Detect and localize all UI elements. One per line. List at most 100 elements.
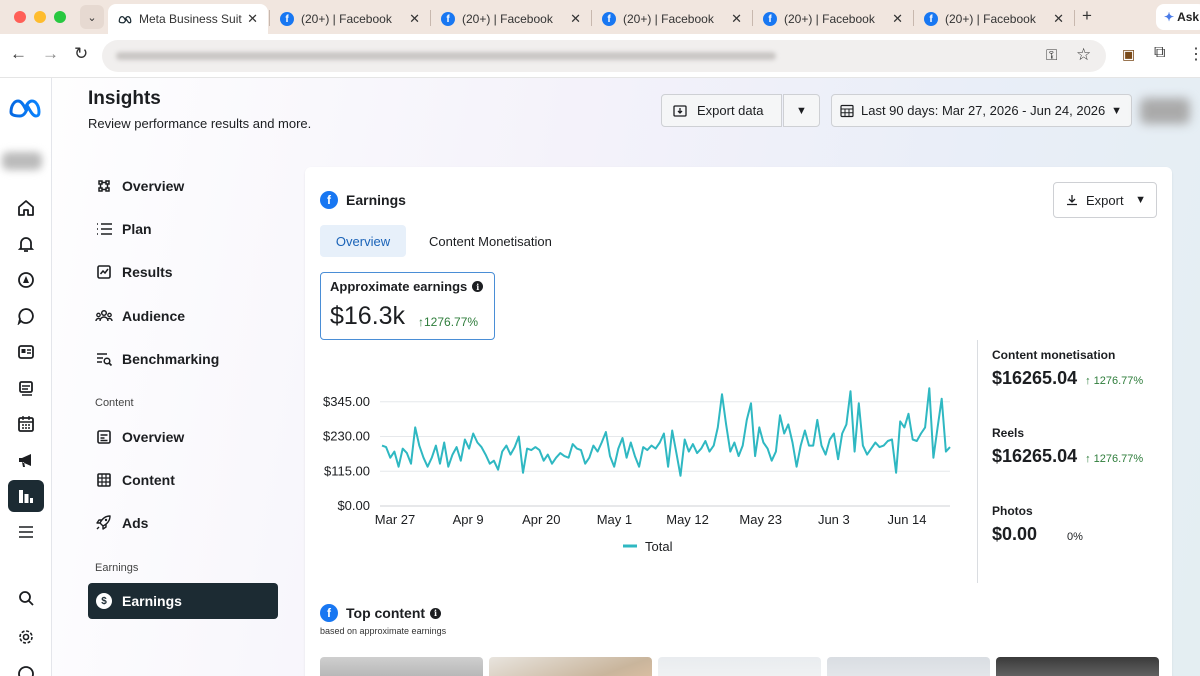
reload-icon[interactable]: ↻	[74, 44, 88, 64]
nav-label: Content	[122, 472, 175, 488]
date-range-picker[interactable]: Last 90 days: Mar 27, 2026 - Jun 24, 202…	[831, 94, 1132, 127]
account-avatar[interactable]	[2, 152, 42, 170]
x-tick-label: May 23	[739, 512, 782, 527]
nav-item-content-overview[interactable]: Overview	[88, 420, 184, 454]
home-icon[interactable]	[8, 192, 44, 224]
calendar-icon[interactable]	[8, 408, 44, 440]
top-content-thumbnail[interactable]	[996, 657, 1159, 676]
nav-item-earnings[interactable]: $ Earnings	[88, 583, 278, 619]
facebook-icon: f	[320, 604, 338, 622]
info-icon[interactable]: i	[430, 607, 442, 619]
extension-icon[interactable]: ▣	[1122, 46, 1135, 63]
key-icon[interactable]: ⚿	[1046, 47, 1057, 64]
page-title: Insights	[88, 88, 161, 109]
date-range-label: Last 90 days: Mar 27, 2026 - Jun 24, 202…	[861, 103, 1106, 118]
meta-tab-icon	[118, 12, 132, 26]
browser-tab-facebook[interactable]: f (20+) | Facebook ✕	[753, 4, 913, 34]
gear-icon[interactable]	[8, 621, 44, 653]
tab-overview[interactable]: Overview	[320, 225, 406, 257]
divider	[977, 340, 978, 583]
forward-arrow-icon[interactable]: →	[42, 44, 59, 64]
y-tick-label: $115.00	[324, 463, 370, 478]
x-tick-label: Jun 3	[818, 512, 850, 527]
approximate-earnings-metric[interactable]: Approximate earnings i $16.3k ↑1276.77%	[320, 272, 495, 340]
export-options-dropdown[interactable]: ▼	[783, 94, 820, 127]
caret-down-icon: ▼	[796, 104, 807, 117]
close-icon[interactable]: ✕	[892, 11, 903, 27]
help-icon[interactable]	[8, 658, 44, 676]
chat-icon[interactable]	[8, 300, 44, 332]
top-content-thumbnail[interactable]	[320, 657, 483, 676]
caret-down-icon: ▼	[1135, 194, 1146, 206]
account-switcher[interactable]	[1140, 98, 1190, 124]
insights-chart-icon[interactable]	[8, 480, 44, 512]
breakdown-label: Photos	[992, 504, 1033, 518]
nav-item-content[interactable]: Content	[88, 463, 175, 497]
tab-title: Meta Business Suit	[139, 12, 242, 26]
browser-tab-facebook[interactable]: f (20+) | Facebook ✕	[270, 4, 430, 34]
overview-icon	[94, 178, 114, 194]
gemini-button[interactable]: ✦ Ask	[1156, 4, 1200, 30]
earnings-line-chart: $345.00 $230.00 $115.00 $0.00 Mar 27 Apr 9 Apr…	[323, 387, 951, 554]
new-tab-button[interactable]: +	[1082, 6, 1092, 26]
nav-item-ads[interactable]: Ads	[88, 506, 148, 540]
menu-kebab-icon[interactable]: ⋮	[1188, 44, 1200, 64]
hamburger-menu-icon[interactable]	[8, 516, 44, 548]
minimize-window-button[interactable]	[34, 11, 46, 23]
export-data-button[interactable]: Export data	[661, 94, 782, 127]
top-content-thumbnail[interactable]	[827, 657, 990, 676]
search-icon[interactable]	[8, 582, 44, 614]
url-input[interactable]: ⚿ ☆	[102, 40, 1106, 72]
browser-tab-facebook[interactable]: f (20+) | Facebook ✕	[592, 4, 752, 34]
close-icon[interactable]: ✕	[247, 11, 258, 27]
breakdown-label: Reels	[992, 426, 1025, 440]
card-export-label: Export	[1086, 192, 1124, 208]
nav-item-plan[interactable]: Plan	[88, 212, 152, 246]
list-icon	[94, 221, 114, 237]
breakdown-reels: Reels $16265.04 ↑ 1276.77%	[992, 426, 1143, 467]
card-export-button[interactable]: Export ▼	[1053, 182, 1157, 218]
info-icon[interactable]: i	[472, 281, 484, 292]
x-tick-label: May 1	[597, 512, 632, 527]
tab-title: (20+) | Facebook	[784, 12, 875, 26]
close-icon[interactable]: ✕	[409, 11, 420, 27]
browser-tab-facebook[interactable]: f (20+) | Facebook ✕	[431, 4, 591, 34]
top-content-thumbnail[interactable]	[658, 657, 821, 676]
browser-tab-meta[interactable]: Meta Business Suit ✕	[108, 4, 268, 34]
tab-content-monetisation[interactable]: Content Monetisation	[429, 225, 552, 257]
tab-search-button[interactable]: ⌄	[80, 5, 104, 29]
close-icon[interactable]: ✕	[1053, 11, 1064, 27]
facebook-icon: f	[441, 12, 455, 26]
bookmark-star-icon[interactable]: ☆	[1076, 45, 1091, 65]
top-content-title-text: Top content	[346, 605, 426, 621]
nav-item-overview[interactable]: Overview	[88, 169, 184, 203]
y-tick-label: $345.00	[323, 394, 370, 409]
compass-icon[interactable]	[8, 264, 44, 296]
meta-logo-icon[interactable]	[8, 98, 42, 118]
back-arrow-icon[interactable]: ←	[10, 44, 27, 64]
nav-label: Ads	[122, 515, 149, 531]
sparkle-icon: ✦	[1164, 10, 1175, 24]
top-content-thumbnail[interactable]	[489, 657, 652, 676]
nav-item-results[interactable]: Results	[88, 255, 173, 289]
close-icon[interactable]: ✕	[731, 11, 742, 27]
posts-icon[interactable]	[8, 372, 44, 404]
metric-value: $16.3k	[330, 302, 406, 330]
bell-icon[interactable]	[8, 228, 44, 260]
megaphone-icon[interactable]	[8, 444, 44, 476]
breakdown-photos: Photos $0.00 0%	[992, 504, 1083, 545]
nav-item-benchmarking[interactable]: Benchmarking	[88, 342, 219, 376]
puzzle-icon[interactable]: ⧉	[1154, 44, 1165, 62]
x-tick-label: May 12	[666, 512, 709, 527]
close-icon[interactable]: ✕	[570, 11, 581, 27]
nav-label: Overview	[122, 429, 185, 445]
x-tick-label: Jun 14	[887, 512, 926, 527]
metric-label-text: Approximate earnings	[330, 279, 468, 294]
rocket-icon	[94, 515, 114, 531]
x-tick-label: Mar 27	[375, 512, 415, 527]
nav-item-audience[interactable]: Audience	[88, 299, 185, 333]
id-card-icon[interactable]	[8, 336, 44, 368]
close-window-button[interactable]	[14, 11, 26, 23]
browser-tab-facebook[interactable]: f (20+) | Facebook ✕	[914, 4, 1074, 34]
maximize-window-button[interactable]	[54, 11, 66, 23]
